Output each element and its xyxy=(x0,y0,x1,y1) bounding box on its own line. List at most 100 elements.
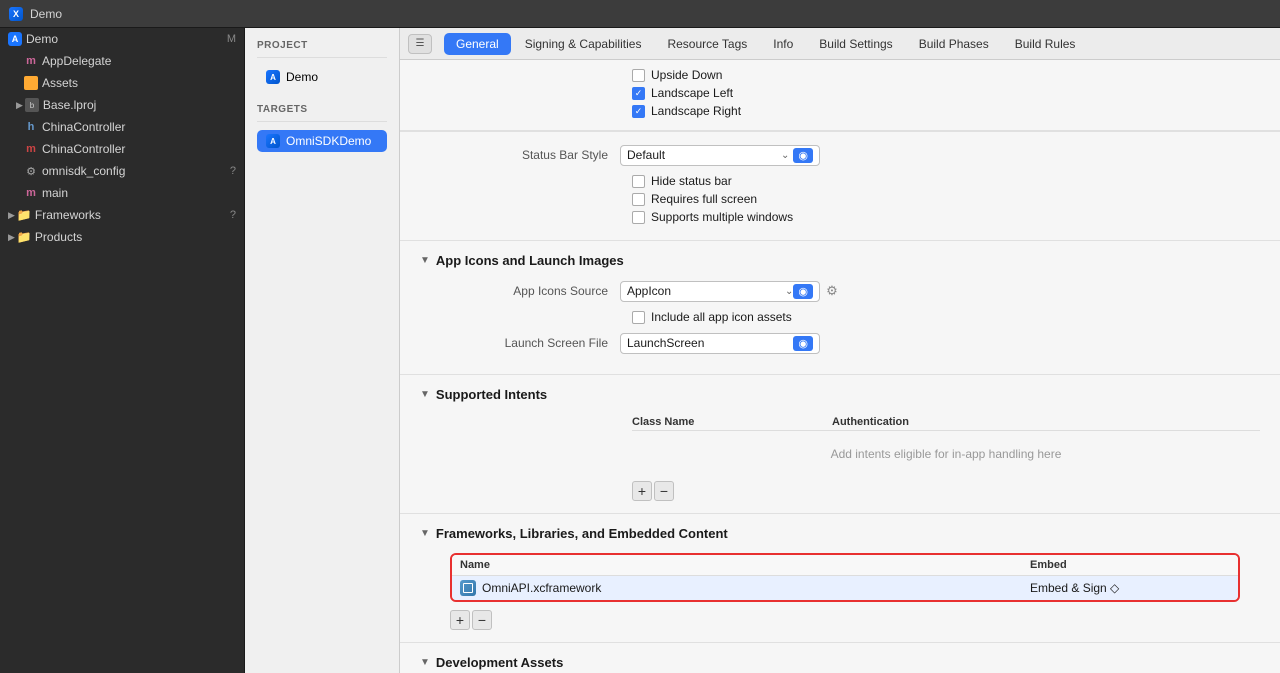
sidebar-item-frameworks[interactable]: ▶ 📁 Frameworks ? xyxy=(0,204,244,226)
launch-screen-file-label: Launch Screen File xyxy=(420,336,620,350)
status-bar-style-select[interactable]: Default ⌄ ◉ xyxy=(620,145,820,166)
supported-intents-section: ▼ Supported Intents Class Name Authentic… xyxy=(400,375,1280,514)
framework-name: OmniAPI.xcframework xyxy=(482,581,1030,595)
target-item-omnisdkdemo[interactable]: A OmniSDKDemo xyxy=(257,130,387,152)
sidebar-label-products: Products xyxy=(35,230,236,244)
frameworks-table-header: Name Embed xyxy=(452,555,1238,576)
project-panel: PROJECT A Demo TARGETS A OmniSDKDemo xyxy=(245,28,400,673)
intents-remove-button[interactable]: − xyxy=(654,481,674,501)
intents-col-auth: Authentication xyxy=(832,416,909,428)
development-assets-title: Development Assets xyxy=(436,655,563,670)
requires-full-screen-checkbox[interactable] xyxy=(632,193,645,206)
app-icons-source-select[interactable]: AppIcon ⌄ ◉ xyxy=(620,281,820,302)
sidebar-item-omnisdk-config[interactable]: ⚙ omnisdk_config ? xyxy=(0,160,244,182)
status-bar-style-label: Status Bar Style xyxy=(420,148,620,162)
tab-info[interactable]: Info xyxy=(761,33,805,55)
select-expand-btn[interactable]: ◉ xyxy=(793,148,813,163)
framework-embed-control[interactable]: Embed & Sign ◇ xyxy=(1030,581,1230,595)
tab-general[interactable]: General xyxy=(444,33,511,55)
sidebar-label-appdelegate: AppDelegate xyxy=(42,54,236,68)
include-all-icons-checkbox[interactable] xyxy=(632,311,645,324)
landscape-left-row: Landscape Left xyxy=(632,86,1260,100)
framework-row-omniapi[interactable]: OmniAPI.xcframework Embed & Sign ◇ xyxy=(452,576,1238,600)
target-label-omnisdkdemo: OmniSDKDemo xyxy=(286,134,371,148)
tab-build-rules[interactable]: Build Rules xyxy=(1003,33,1088,55)
targets-section-label: TARGETS xyxy=(257,104,387,115)
landscape-right-checkbox[interactable] xyxy=(632,105,645,118)
sidebar-item-appdelegate[interactable]: m AppDelegate xyxy=(0,50,244,72)
disclosure-arrow-lproj: ▶ xyxy=(16,100,23,111)
fw-col-name: Name xyxy=(460,559,1030,571)
launch-screen-file-select[interactable]: LaunchScreen ◉ xyxy=(620,333,820,354)
sidebar-item-demo[interactable]: A Demo M xyxy=(0,28,244,50)
sidebar-item-base-lproj[interactable]: ▶ b Base.lproj xyxy=(0,94,244,116)
development-assets-header: ▼ Development Assets xyxy=(420,655,1260,670)
app-icons-header: ▼ App Icons and Launch Images xyxy=(420,253,1260,268)
framework-icon xyxy=(460,580,476,596)
sidebar-item-main[interactable]: m main xyxy=(0,182,244,204)
app-icons-gear-button[interactable]: ⚙ xyxy=(824,283,840,299)
title-bar: X Demo xyxy=(0,0,1280,28)
tabs-container: General Signing & Capabilities Resource … xyxy=(444,33,1087,55)
upside-down-checkbox[interactable] xyxy=(632,69,645,82)
app-icons-section: ▼ App Icons and Launch Images App Icons … xyxy=(400,241,1280,375)
targets-section: TARGETS A OmniSDKDemo xyxy=(245,92,399,156)
project-label-demo: Demo xyxy=(286,70,318,84)
orientation-section: Upside Down Landscape Left Landscape Rig… xyxy=(400,60,1280,131)
framework-icon-inner xyxy=(463,583,473,593)
demo-icon: A xyxy=(8,32,22,46)
landscape-left-checkbox[interactable] xyxy=(632,87,645,100)
sidebar-label-main: main xyxy=(42,186,236,200)
hide-status-bar-row: Hide status bar xyxy=(632,174,1260,188)
app-icons-source-label: App Icons Source xyxy=(420,284,620,298)
app-icons-collapse-arrow[interactable]: ▼ xyxy=(420,255,430,266)
frameworks-folder-icon: 📁 xyxy=(17,208,31,222)
include-all-icons-row: Include all app icon assets xyxy=(632,310,1260,324)
frameworks-plus-minus-row: + − xyxy=(450,610,1260,630)
tab-signing[interactable]: Signing & Capabilities xyxy=(513,33,654,55)
sidebar-badge-demo: M xyxy=(227,33,236,45)
launch-screen-expand-btn[interactable]: ◉ xyxy=(793,336,813,351)
disclosure-arrow-products: ▶ xyxy=(8,232,15,243)
supported-intents-collapse-arrow[interactable]: ▼ xyxy=(420,389,430,400)
tab-build-settings[interactable]: Build Settings xyxy=(807,33,904,55)
development-assets-collapse-arrow[interactable]: ▼ xyxy=(420,657,430,668)
xcode-project-icon: A xyxy=(266,70,280,84)
intents-table: Class Name Authentication Add intents el… xyxy=(632,414,1260,473)
tab-build-phases[interactable]: Build Phases xyxy=(907,33,1001,55)
frameworks-remove-button[interactable]: − xyxy=(472,610,492,630)
intents-add-button[interactable]: + xyxy=(632,481,652,501)
app-icons-select-arrow: ⌄ xyxy=(785,286,793,297)
sidebar-item-chinacontroller-m[interactable]: m ChinaController xyxy=(0,138,244,160)
supports-multiple-windows-label: Supports multiple windows xyxy=(651,210,793,224)
select-arrow-icon: ⌄ xyxy=(781,150,789,161)
app-icons-source-row: App Icons Source AppIcon ⌄ ◉ ⚙ xyxy=(420,280,1260,302)
intents-plus-minus-row: + − xyxy=(632,481,1260,501)
disclosure-arrow-frameworks: ▶ xyxy=(8,210,15,221)
frameworks-title: Frameworks, Libraries, and Embedded Cont… xyxy=(436,526,728,541)
main-container: A Demo M m AppDelegate Assets ▶ b Base.l… xyxy=(0,28,1280,673)
tab-resource-tags[interactable]: Resource Tags xyxy=(655,33,759,55)
divider-project xyxy=(257,57,387,58)
project-item-demo[interactable]: A Demo xyxy=(257,66,387,88)
app-icons-expand-btn[interactable]: ◉ xyxy=(793,284,813,299)
sidebar-label-base-lproj: Base.lproj xyxy=(43,98,236,112)
frameworks-add-button[interactable]: + xyxy=(450,610,470,630)
include-all-icons-label: Include all app icon assets xyxy=(651,310,792,324)
landscape-right-row: Landscape Right xyxy=(632,104,1260,118)
sidebar-toggle-button[interactable]: ☰ xyxy=(408,34,432,54)
chinacontroller-m-icon: m xyxy=(24,142,38,156)
intents-placeholder: Add intents eligible for in-app handling… xyxy=(632,435,1260,473)
xcode-target-icon: A xyxy=(266,134,280,148)
landscape-left-label: Landscape Left xyxy=(651,86,733,100)
requires-full-screen-row: Requires full screen xyxy=(632,192,1260,206)
sidebar-label-assets: Assets xyxy=(42,76,236,90)
supports-multiple-windows-checkbox[interactable] xyxy=(632,211,645,224)
sidebar-item-chinacontroller-h[interactable]: h ChinaController xyxy=(0,116,244,138)
project-section: PROJECT A Demo xyxy=(245,28,399,92)
hide-status-bar-checkbox[interactable] xyxy=(632,175,645,188)
sidebar-item-assets[interactable]: Assets xyxy=(0,72,244,94)
frameworks-collapse-arrow[interactable]: ▼ xyxy=(420,528,430,539)
xcode-logo: X xyxy=(9,7,23,21)
sidebar-item-products[interactable]: ▶ 📁 Products xyxy=(0,226,244,248)
